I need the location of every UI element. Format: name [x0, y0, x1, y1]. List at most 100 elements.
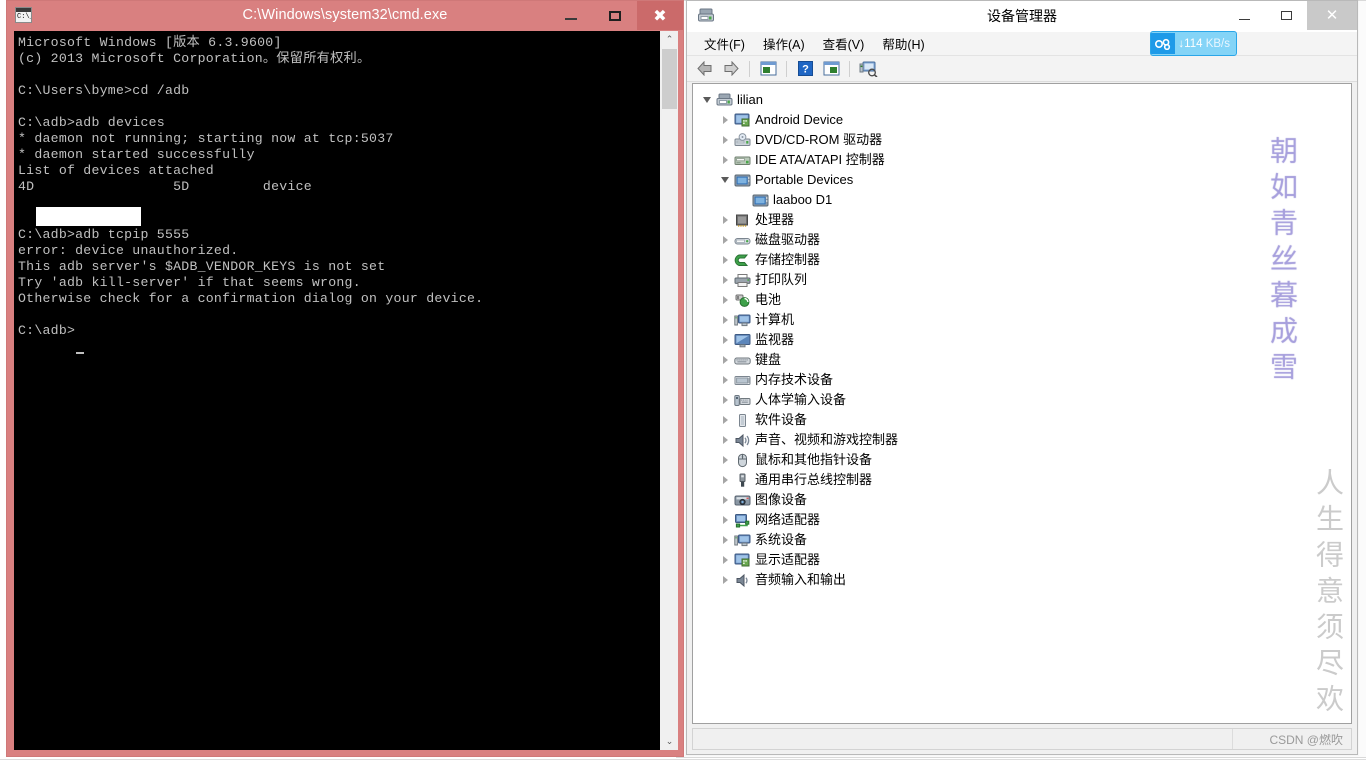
tree-item-[interactable]: 网络适配器: [699, 510, 1351, 530]
chevron-right-icon[interactable]: [717, 570, 733, 590]
chevron-right-icon[interactable]: [717, 390, 733, 410]
sound-icon: [733, 432, 751, 448]
chevron-right-icon[interactable]: [717, 210, 733, 230]
device-manager-status-bar: CSDN @燃吹: [692, 728, 1352, 750]
tree-item-[interactable]: 图像设备: [699, 490, 1351, 510]
chevron-right-icon[interactable]: [717, 270, 733, 290]
tree-item-label: 通用串行总线控制器: [755, 472, 873, 487]
tree-item-laaboo-d1[interactable]: laaboo D1: [699, 190, 1351, 210]
back-button[interactable]: [693, 58, 717, 80]
tree-item-portable-devices[interactable]: Portable Devices: [699, 170, 1351, 190]
tree-item-label: DVD/CD-ROM 驱动器: [755, 132, 883, 147]
chevron-right-icon[interactable]: [717, 450, 733, 470]
scroll-down-arrow-icon[interactable]: ⌄: [661, 733, 678, 750]
chevron-right-icon[interactable]: [717, 470, 733, 490]
chevron-down-icon[interactable]: [699, 90, 715, 110]
audio-io-icon: [733, 572, 751, 588]
tree-item-[interactable]: 音频输入和输出: [699, 570, 1351, 590]
tree-item-[interactable]: 监视器: [699, 330, 1351, 350]
system-device-icon: [733, 532, 751, 548]
chevron-right-icon[interactable]: [717, 330, 733, 350]
hid-icon: [733, 392, 751, 408]
cmd-title-bar[interactable]: C:\_ C:\Windows\system32\cmd.exe ✖: [7, 1, 683, 30]
cmd-minimize-button[interactable]: [549, 1, 593, 30]
chevron-right-icon[interactable]: [717, 510, 733, 530]
tree-item-[interactable]: 打印队列: [699, 270, 1351, 290]
chevron-right-icon[interactable]: [717, 490, 733, 510]
chevron-right-icon[interactable]: [717, 550, 733, 570]
tree-item-[interactable]: 存储控制器: [699, 250, 1351, 270]
dm-minimize-button[interactable]: [1223, 1, 1265, 30]
properties-icon: [760, 61, 776, 76]
console-output-area[interactable]: Microsoft Windows [版本 6.3.9600] (c) 2013…: [14, 31, 660, 750]
status-credit: CSDN @燃吹: [1232, 729, 1351, 749]
device-manager-window[interactable]: 设备管理器 ✕ 文件(F) 操作(A) 查看(V) 帮助(H) ↓114 KB/…: [686, 0, 1358, 755]
svg-text:?: ?: [802, 64, 809, 76]
cmd-close-button[interactable]: ✖: [637, 1, 683, 30]
tree-item-[interactable]: 人体学输入设备: [699, 390, 1351, 410]
cmd-maximize-button[interactable]: [593, 1, 637, 30]
tree-item-dvd-cd-rom[interactable]: DVD/CD-ROM 驱动器: [699, 130, 1351, 150]
tree-item-[interactable]: 计算机: [699, 310, 1351, 330]
tree-item-label: 监视器: [755, 332, 795, 347]
chevron-right-icon[interactable]: [717, 290, 733, 310]
cmd-window[interactable]: C:\_ C:\Windows\system32\cmd.exe ✖ Micro…: [6, 0, 684, 757]
menu-file[interactable]: 文件(F): [695, 32, 754, 55]
download-speed-value: 114: [1184, 37, 1203, 50]
tree-item-lilian[interactable]: lilian: [699, 90, 1351, 110]
scroll-up-arrow-icon[interactable]: ⌃: [661, 31, 678, 48]
tree-item-[interactable]: 软件设备: [699, 410, 1351, 430]
tree-item-label: 打印队列: [755, 272, 808, 287]
chevron-right-icon[interactable]: [717, 410, 733, 430]
chevron-right-icon[interactable]: [717, 530, 733, 550]
console-scrollbar[interactable]: ⌃ ⌄: [660, 31, 678, 750]
tree-item-[interactable]: 鼠标和其他指针设备: [699, 450, 1351, 470]
forward-button[interactable]: [719, 58, 743, 80]
menu-view[interactable]: 查看(V): [814, 32, 874, 55]
properties-button[interactable]: [756, 58, 780, 80]
device-tree-panel[interactable]: lilian Android Device DVD/CD-ROM 驱动器 IDE AT…: [692, 83, 1352, 724]
download-speed-badge[interactable]: ↓114 KB/s: [1150, 31, 1237, 56]
chevron-right-icon[interactable]: [717, 350, 733, 370]
tree-item-label: Android Device: [755, 112, 844, 127]
tree-item-android-device[interactable]: Android Device: [699, 110, 1351, 130]
chevron-right-icon[interactable]: [717, 370, 733, 390]
menu-action[interactable]: 操作(A): [754, 32, 814, 55]
status-message: [693, 729, 1232, 749]
chevron-right-icon[interactable]: [717, 430, 733, 450]
tree-item-[interactable]: 通用串行总线控制器: [699, 470, 1351, 490]
chevron-right-icon[interactable]: [717, 230, 733, 250]
chevron-right-icon[interactable]: [717, 250, 733, 270]
chevron-right-icon[interactable]: [717, 310, 733, 330]
show-hide-console-tree-button[interactable]: [819, 58, 843, 80]
tree-item-label: 电池: [755, 292, 782, 307]
tree-item-label: 内存技术设备: [755, 372, 834, 387]
tree-item-label: 图像设备: [755, 492, 808, 507]
help-button[interactable]: ?: [793, 58, 817, 80]
tree-item-[interactable]: 显示适配器: [699, 550, 1351, 570]
computer-icon: [715, 92, 733, 108]
minimize-icon: [1238, 19, 1250, 20]
tree-item-[interactable]: 键盘: [699, 350, 1351, 370]
device-manager-title-bar[interactable]: 设备管理器 ✕: [687, 1, 1357, 32]
tree-item-[interactable]: 系统设备: [699, 530, 1351, 550]
chevron-right-icon[interactable]: [717, 130, 733, 150]
tree-item-[interactable]: 声音、视频和游戏控制器: [699, 430, 1351, 450]
scan-hardware-changes-button[interactable]: [856, 58, 880, 80]
scrollbar-thumb[interactable]: [662, 49, 677, 109]
menu-help[interactable]: 帮助(H): [873, 32, 933, 55]
toolbar-separator: [749, 60, 750, 77]
tree-item-[interactable]: 处理器: [699, 210, 1351, 230]
tree-item-[interactable]: 内存技术设备: [699, 370, 1351, 390]
console-text: Microsoft Windows [版本 6.3.9600] (c) 2013…: [18, 35, 484, 338]
tree-item-ide-ata-atapi[interactable]: IDE ATA/ATAPI 控制器: [699, 150, 1351, 170]
chevron-right-icon[interactable]: [717, 150, 733, 170]
tree-item-[interactable]: 磁盘驱动器: [699, 230, 1351, 250]
printer-icon: [733, 272, 751, 288]
ide-controller-icon: [733, 152, 751, 168]
chevron-down-icon[interactable]: [717, 170, 733, 190]
dm-close-button[interactable]: ✕: [1307, 1, 1357, 30]
chevron-right-icon[interactable]: [717, 110, 733, 130]
tree-item-[interactable]: 电池: [699, 290, 1351, 310]
dm-maximize-button[interactable]: [1265, 1, 1307, 30]
